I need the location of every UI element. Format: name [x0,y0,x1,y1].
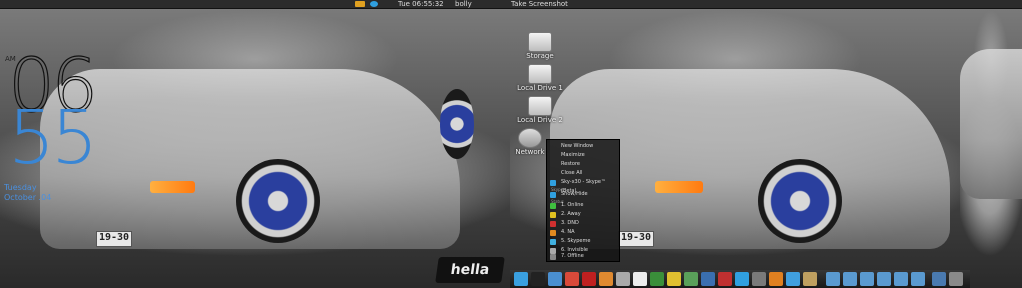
car-wheel-rear [440,89,474,159]
menu-item-status-online[interactable]: 1. Online [547,201,619,210]
status-dnd-icon [550,221,556,227]
clock-date: October .04 [4,193,52,202]
desktop-icon-local-drive-1[interactable]: Local Drive 1 [510,64,570,92]
network-icon [518,128,542,148]
skype-tray-icon[interactable] [370,1,378,7]
skype-icon [550,192,556,198]
car-wheel [236,159,320,243]
menu-item-label: Show/Hide [561,191,588,197]
photos-icon[interactable] [752,272,766,286]
car-wheel [758,159,842,243]
topbar-clock[interactable]: Tue 06:55:32 [398,0,444,8]
status-online-icon [550,203,556,209]
app-indicator-icon[interactable] [355,1,365,7]
finder-icon[interactable] [514,272,528,286]
menu-item-label: Restore [561,161,580,167]
dock-context-menu: New Window Maximize Restore Close All Sk… [546,139,620,262]
stop-icon[interactable] [582,272,596,286]
menu-item-label: 3. DND [561,220,579,226]
menu-item-label: 5. Skypeme [561,238,591,244]
skype-icon [550,180,556,186]
xcode-icon[interactable] [701,272,715,286]
screen-left: 19-30 AM 06 55 Tuesday October .04 hella… [0,9,510,288]
license-plate: 19-30 [96,231,132,247]
itunes-icon[interactable] [599,272,613,286]
desktop-icon-label: Local Drive 1 [517,84,563,92]
cube-icon[interactable] [803,272,817,286]
folder-icon[interactable] [877,272,891,286]
top-menu-bar: Tue 06:55:32 bolly Take Screenshot [0,0,1022,9]
safari-icon[interactable] [548,272,562,286]
display-icon[interactable] [932,272,946,286]
app-store-icon[interactable] [616,272,630,286]
menu-item-status-offline[interactable]: 7. Offline [547,252,619,260]
desktop-icon-label: Local Drive 2 [517,116,563,124]
status-offline-icon [550,254,556,260]
menu-item-maximize[interactable]: Maximize [547,151,619,160]
folder-icon[interactable] [894,272,908,286]
dock [510,270,970,288]
drive-icon [528,64,552,84]
preview-icon[interactable] [684,272,698,286]
menu-item-label: New Window [561,143,594,149]
drive-icon [528,96,552,116]
chrome-icon[interactable] [565,272,579,286]
menu-item-show-hide[interactable]: Show/Hide [547,190,619,199]
trash-icon[interactable] [949,272,963,286]
vlc-icon[interactable] [769,272,783,286]
car-body [960,49,1022,199]
menu-item-status-skypeme[interactable]: 5. Skypeme [547,237,619,246]
menu-item-status-dnd[interactable]: 3. DND [547,219,619,228]
status-na-icon [550,230,556,236]
license-plate: 19-30 [618,231,654,247]
car-light [150,181,195,193]
desktop-icon-local-drive-2[interactable]: Local Drive 2 [510,96,570,124]
drive-icon [528,32,552,52]
desktop-icon-label: Storage [526,52,554,60]
menu-item-label: 7. Offline [561,253,584,259]
menu-item-status-away[interactable]: 2. Away [547,210,619,219]
menu-item-close-all[interactable]: Close All [547,169,619,178]
menu-item-label: 4. NA [561,229,575,235]
desktop-icon-storage[interactable]: Storage [510,32,570,60]
menu-item-label: 1. Online [561,202,584,208]
menu-item-label: Close All [561,170,583,176]
menu-item-new-window[interactable]: New Window [547,142,619,151]
folder-icon[interactable] [826,272,840,286]
hella-flush-logo: hella flush [435,257,505,283]
menu-item-label: Maximize [561,152,585,158]
status-skypeme-icon [550,239,556,245]
clock-minutes: 55 [8,95,98,181]
record-icon[interactable] [718,272,732,286]
menu-item-restore[interactable]: Restore [547,160,619,169]
car-light [655,181,703,193]
menu-item-status-na[interactable]: 4. NA [547,228,619,237]
status-away-icon [550,212,556,218]
skype-icon[interactable] [735,272,749,286]
menu-item-label: 2. Away [561,211,581,217]
screenshot-window-title: Take Screenshot [511,0,568,8]
screen-right [960,9,1022,288]
clock-day: Tuesday [4,183,37,192]
folder-icon[interactable] [843,272,857,286]
folder-icon[interactable] [860,272,874,286]
folder-icon[interactable] [911,272,925,286]
notes-icon[interactable] [667,272,681,286]
terminal-icon[interactable] [531,272,545,286]
mail-icon[interactable] [650,272,664,286]
twitter-icon[interactable] [786,272,800,286]
menu-item-skype-window[interactable]: Sky-x30 - Skype™ (Beta) [547,178,619,194]
topbar-user[interactable]: bolly [455,0,472,8]
calendar-icon[interactable] [633,272,647,286]
